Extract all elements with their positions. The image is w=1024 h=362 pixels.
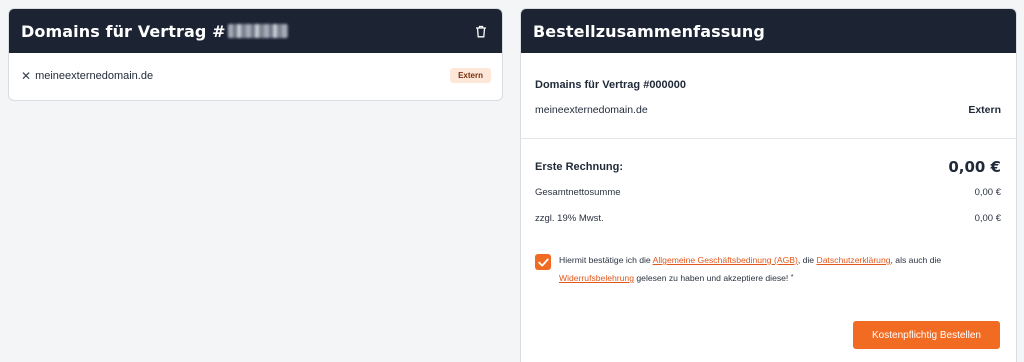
summary-contract-title: Domains für Vertrag #000000 xyxy=(535,79,687,91)
net-total-row: Gesamtnettosumme 0,00 € xyxy=(535,187,1001,198)
section-divider xyxy=(521,138,1016,139)
consent-sep-1: , die xyxy=(797,255,817,265)
consent-prefix: Hiermit bestätige ich die xyxy=(559,255,653,265)
remove-domain-icon[interactable]: ✕ xyxy=(21,69,31,83)
contract-domains-card: Domains für Vertrag # ✕ meineexternedoma… xyxy=(8,8,503,101)
privacy-link[interactable]: Datschutzerklärung xyxy=(816,255,890,265)
summary-domain-row: meineexternedomain.de Extern xyxy=(535,104,1001,116)
net-total-label: Gesamtnettosumme xyxy=(535,187,621,198)
terms-consent-text: Hiermit bestätige ich die Allgemeine Ges… xyxy=(559,251,979,287)
summary-domain-type: Extern xyxy=(968,104,1001,116)
consent-sep-2: , als auch die xyxy=(890,255,942,265)
contract-domains-title: Domains für Vertrag # xyxy=(21,22,288,41)
checkmark-icon xyxy=(537,258,549,266)
domain-type-badge: Extern xyxy=(450,68,491,83)
order-summary-header: Bestellzusammenfassung xyxy=(521,9,1016,53)
summary-domain-name: meineexternedomain.de xyxy=(535,104,648,116)
withdrawal-link[interactable]: Widerrufsbelehrung xyxy=(559,273,634,283)
vat-row: zzgl. 19% Mwst. 0,00 € xyxy=(535,213,1001,224)
vat-value: 0,00 € xyxy=(974,213,1001,224)
net-total-value: 0,00 € xyxy=(974,187,1001,198)
consent-suffix: gelesen zu haben und akzeptiere diese! xyxy=(634,273,791,283)
domain-list-item: ✕ meineexternedomain.de Extern xyxy=(9,53,502,98)
first-invoice-value: 0,00 € xyxy=(948,158,1001,176)
first-invoice-row: Erste Rechnung: 0,00 € xyxy=(535,158,1001,176)
first-invoice-label: Erste Rechnung: xyxy=(535,161,624,173)
order-summary-title: Bestellzusammenfassung xyxy=(533,21,765,41)
domain-name: meineexternedomain.de xyxy=(35,69,154,82)
order-button[interactable]: Kostenpflichtig Bestellen xyxy=(853,321,1000,349)
contract-domains-title-text: Domains für Vertrag # xyxy=(21,21,226,41)
terms-consent: Hiermit bestätige ich die Allgemeine Ges… xyxy=(521,251,1016,287)
trash-icon[interactable] xyxy=(472,22,490,40)
agb-link[interactable]: Allgemeine Geschäftsbedinung (AGB) xyxy=(653,255,798,265)
redacted-contract-number xyxy=(227,23,288,38)
required-mark: * xyxy=(790,274,794,281)
terms-checkbox[interactable] xyxy=(535,254,551,270)
contract-domains-header: Domains für Vertrag # xyxy=(9,9,502,53)
vat-label: zzgl. 19% Mwst. xyxy=(535,213,604,224)
order-summary-card: Bestellzusammenfassung Domains für Vertr… xyxy=(520,8,1017,362)
